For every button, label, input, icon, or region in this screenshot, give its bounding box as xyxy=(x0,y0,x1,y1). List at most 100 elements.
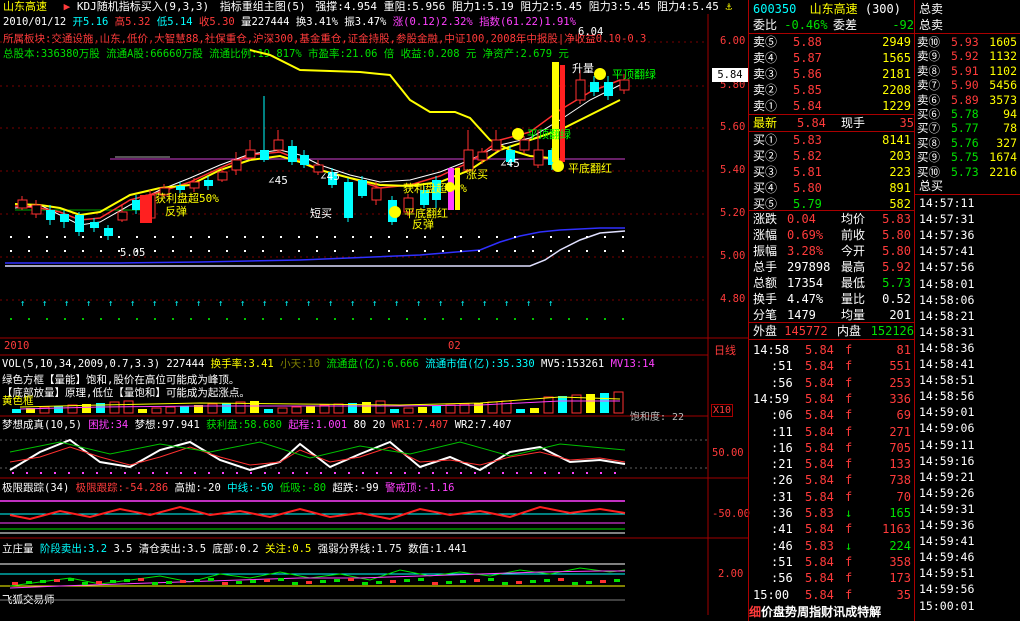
bottom-tab[interactable]: 价 xyxy=(761,605,773,619)
marker-dot xyxy=(64,250,66,252)
marker-dot xyxy=(442,318,444,320)
lzl-mark xyxy=(376,581,382,584)
mxcj-dot xyxy=(600,472,602,474)
lzl-mark xyxy=(418,578,424,581)
bottom-tab[interactable]: 解 xyxy=(869,605,881,619)
tick-flag: f xyxy=(845,554,853,569)
jxgz-zhongxian: 中线:-50 xyxy=(227,482,274,494)
tick-flag: f xyxy=(845,391,853,406)
bottom-tab[interactable]: 势 xyxy=(785,605,797,619)
marker-dot xyxy=(154,318,156,320)
lzl-mark xyxy=(530,580,536,583)
mxcj-chart[interactable] xyxy=(0,432,708,476)
xianshou-value: 35 xyxy=(899,116,914,130)
volume-bar xyxy=(487,401,498,414)
vol-value: 227444 xyxy=(166,358,205,370)
jxgz-title[interactable]: 极限跟踪(34) xyxy=(2,482,69,494)
marker-dot xyxy=(442,250,444,252)
tick-row: :51 5.84 f 358 xyxy=(753,554,915,570)
volume-bar xyxy=(418,407,427,413)
tick-time: :56 xyxy=(771,375,793,390)
arrow-marker: ↑ xyxy=(482,299,487,309)
marker-dot xyxy=(568,318,570,320)
buy-row[interactable]: 买④ 5.80 891 xyxy=(753,180,915,196)
sell-row[interactable]: 卖⑤ 5.88 2949 xyxy=(753,34,915,50)
bottom-tab[interactable]: 细 xyxy=(749,605,761,619)
lzl-mark xyxy=(306,581,312,584)
bottom-tab[interactable]: 盘 xyxy=(773,605,785,619)
marker-dot xyxy=(262,236,264,238)
sell-row[interactable]: 卖③ 5.86 2181 xyxy=(753,66,915,82)
buy-row[interactable]: 买① 5.83 8141 xyxy=(753,132,915,148)
mxcj-dot xyxy=(12,472,14,474)
marker-dot xyxy=(100,236,102,238)
lzl-mark xyxy=(250,580,256,583)
bottom-tab[interactable]: 成 xyxy=(845,605,857,619)
lzl-mark xyxy=(278,578,284,581)
buy-row[interactable]: 买③ 5.81 223 xyxy=(753,164,915,180)
quote-name[interactable]: 山东高速 xyxy=(810,2,858,16)
book-volume: 2949 xyxy=(882,35,911,49)
lzl-mark xyxy=(446,581,452,584)
lzl-qingcang: 清仓卖出:3.5 xyxy=(138,543,207,555)
period-label[interactable]: 日线 xyxy=(714,342,736,358)
tick-time: :41 xyxy=(771,522,793,537)
jxgz-chart[interactable] xyxy=(0,495,708,538)
tick-flag: f xyxy=(845,408,853,423)
mxcj-dot xyxy=(348,472,350,474)
tick-time: :21 xyxy=(771,457,793,472)
candle xyxy=(260,150,269,160)
mxcj-dot xyxy=(110,472,112,474)
lzl-chart[interactable] xyxy=(0,556,708,614)
annotation-zhangmai: 涨买 xyxy=(466,168,488,181)
weibi-value: -0.46% xyxy=(784,18,828,32)
annotation-top-green2: 平顶翻绿 xyxy=(527,128,571,141)
bottom-tab[interactable]: 讯 xyxy=(833,605,845,619)
annotation-rebound2: 反弹 xyxy=(412,218,434,231)
annotation-505: 5.05 xyxy=(120,247,146,259)
tick-time: 14:58 xyxy=(753,343,790,357)
quote-code[interactable]: 600350 xyxy=(753,2,796,16)
sell-row[interactable]: 卖① 5.84 1229 xyxy=(753,98,915,114)
price-tick: 5.40 xyxy=(720,164,746,176)
tick-price: 5.84 xyxy=(805,440,834,455)
arrow-marker: ↑ xyxy=(240,299,245,309)
tick-flag: f xyxy=(845,424,853,439)
buy-row[interactable]: 买② 5.82 203 xyxy=(753,148,915,164)
stat-label: 总手 xyxy=(753,260,778,274)
candle xyxy=(358,180,367,196)
candle xyxy=(132,200,141,210)
time-row: 14:59:51 xyxy=(919,566,975,581)
marker-dot xyxy=(568,236,570,238)
marker-dot xyxy=(586,318,588,320)
arrow-marker: ↑ xyxy=(130,299,135,309)
marker-dot xyxy=(622,250,624,252)
vol-title[interactable]: VOL(5,10,34,2009,0.7,3.3) xyxy=(2,358,160,370)
stat-value: 0.69% xyxy=(787,228,824,242)
lzl-mark xyxy=(348,578,354,581)
bottom-tab[interactable]: 指 xyxy=(809,605,821,619)
marker-dot xyxy=(352,318,354,320)
sell-row[interactable]: 卖④ 5.87 1565 xyxy=(753,50,915,66)
book-price: 5.84 xyxy=(793,99,822,113)
lzl-title[interactable]: 立庄量 xyxy=(2,543,34,555)
mxcj-dot xyxy=(334,472,336,474)
volume-chart[interactable] xyxy=(0,385,708,415)
candle xyxy=(104,228,113,236)
volume-bar xyxy=(432,406,441,413)
mxcj-title[interactable]: 梦想成真(10,5) xyxy=(2,419,82,431)
stat-label: 涨跌 xyxy=(753,212,778,226)
stat-value: 5.92 xyxy=(882,260,911,274)
volume-bar xyxy=(222,403,231,413)
price-tick: 5.20 xyxy=(720,207,746,219)
marker-dot xyxy=(604,250,606,252)
sell-row[interactable]: 卖② 5.85 2208 xyxy=(753,82,915,98)
stat-row: 总手 297898 最高 5.92 xyxy=(753,259,915,275)
marker-dot xyxy=(460,318,462,320)
bottom-tab[interactable]: 财 xyxy=(821,605,833,619)
stat-value: 17354 xyxy=(787,276,824,290)
bottom-tab[interactable]: 特 xyxy=(857,605,869,619)
lzl-mark xyxy=(12,582,18,585)
book-price: 5.83 xyxy=(793,133,822,147)
bottom-tab[interactable]: 周 xyxy=(797,605,809,619)
